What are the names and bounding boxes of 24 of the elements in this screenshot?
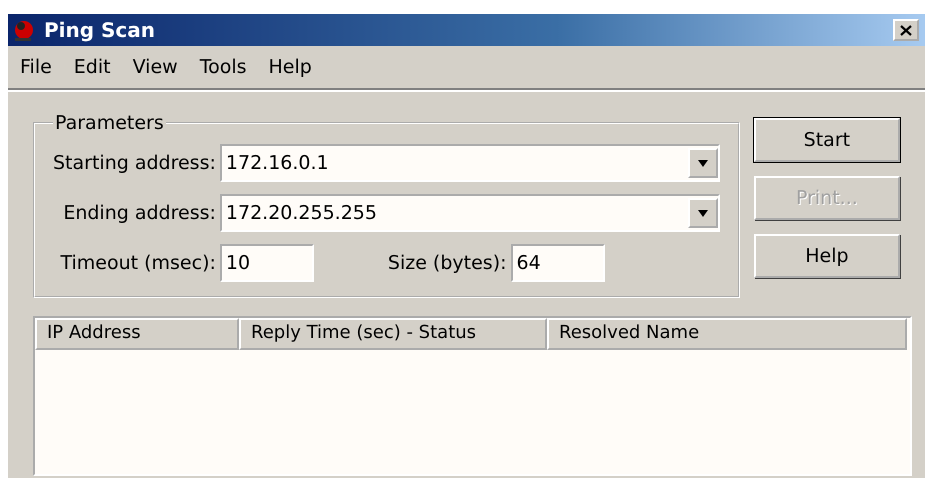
field-label: Starting address: xyxy=(53,152,216,174)
starting-address-combo[interactable]: 172.16.0.1 xyxy=(220,144,720,182)
group-title: Parameters xyxy=(54,112,165,134)
window-title: Ping Scan xyxy=(44,18,156,42)
menu-item[interactable]: Edit xyxy=(66,54,125,80)
field-label: Size (bytes): xyxy=(388,252,507,274)
size-field[interactable]: 64 xyxy=(510,244,605,282)
column-header[interactable]: Reply Time (sec) - Status xyxy=(239,318,547,350)
ending-address-combo[interactable]: 172.20.255.255 xyxy=(220,194,720,232)
menu-item[interactable]: Tools xyxy=(192,54,260,80)
column-header[interactable]: Resolved Name xyxy=(547,318,907,350)
dialog-button[interactable]: Start xyxy=(754,118,900,162)
close-button[interactable] xyxy=(893,19,919,41)
close-icon xyxy=(900,24,912,36)
menu-item[interactable]: Help xyxy=(260,54,326,80)
field-label: Timeout (msec): xyxy=(59,252,216,274)
dialog-button[interactable]: Help xyxy=(754,234,900,278)
field-label: Ending address: xyxy=(62,202,216,224)
menu-item[interactable]: View xyxy=(124,54,192,80)
timeout-field[interactable]: 10 xyxy=(220,244,314,282)
column-header[interactable]: IP Address xyxy=(35,318,239,350)
dropdown-arrow-icon xyxy=(696,160,709,166)
dropdown-arrow-icon xyxy=(696,210,709,216)
menu-item[interactable]: File xyxy=(12,54,66,80)
